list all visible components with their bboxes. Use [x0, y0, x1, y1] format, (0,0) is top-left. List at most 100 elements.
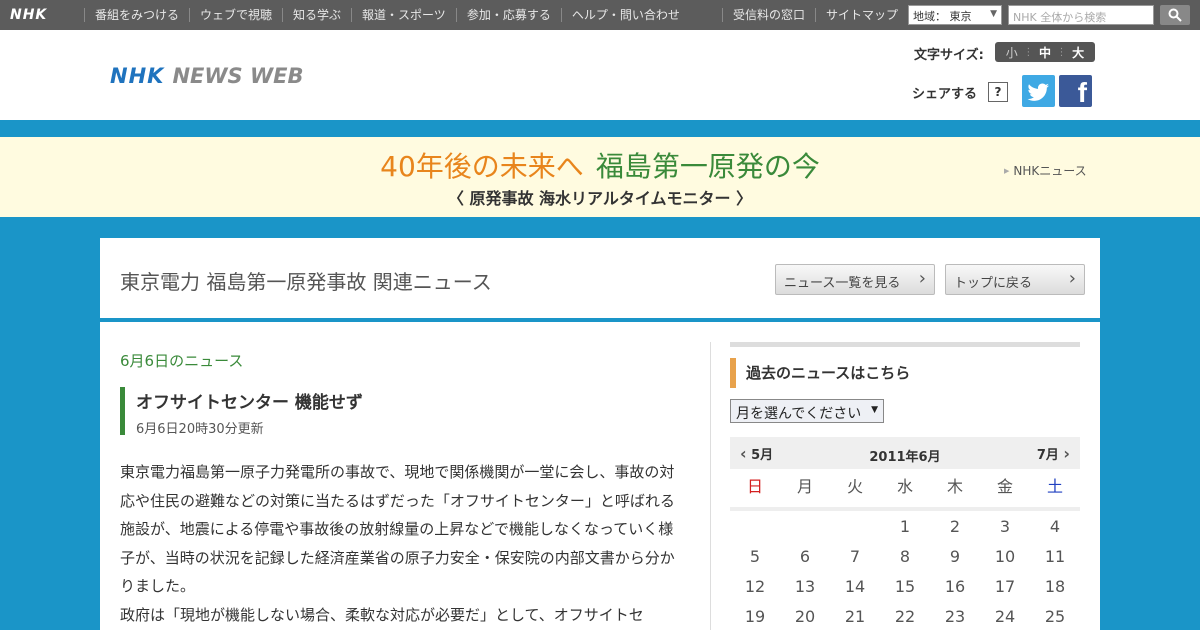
- nhk-logo[interactable]: NHK: [10, 7, 47, 23]
- twitter-share-button[interactable]: [1022, 75, 1055, 107]
- news-date-heading: 6月6日のニュース: [120, 352, 244, 370]
- calendar-day[interactable]: 15: [880, 577, 930, 607]
- calendar-day[interactable]: 13: [780, 577, 830, 607]
- nav-link-watch-web[interactable]: ウェブで視聴: [189, 8, 282, 22]
- sidebar-rule: [730, 342, 1080, 347]
- calendar-empty-cell: [830, 517, 880, 547]
- facebook-share-button[interactable]: f: [1059, 75, 1092, 108]
- global-nav-bar: NHK 番組をみつける ウェブで視聴 知る学ぶ 報道・スポーツ 参加・応募する …: [0, 0, 1200, 30]
- brand-nhk: NHK: [110, 64, 165, 88]
- weekday-wed: 水: [896, 477, 913, 496]
- calendar-day[interactable]: 14: [830, 577, 880, 607]
- calendar-week: 19 20 21 22 23 24 25: [730, 607, 1080, 630]
- feature-banner[interactable]: 40年後の未来へ福島第一原発の今 〈 原発事故 海水リアルタイムモニター 〉 N…: [0, 137, 1200, 217]
- weekday-sun: 日: [746, 477, 763, 496]
- search-icon: [1168, 8, 1182, 22]
- global-nav-links: 番組をみつける ウェブで視聴 知る学ぶ 報道・スポーツ 参加・応募する ヘルプ・…: [84, 0, 690, 30]
- month-select[interactable]: 月を選んでください ▼: [730, 399, 884, 423]
- font-size-large[interactable]: 大: [1072, 44, 1084, 61]
- calendar-day[interactable]: 21: [830, 607, 880, 630]
- global-nav-links-right: 受信料の窓口 サイトマップ: [722, 0, 908, 30]
- banner-title-part1: 40年後の未来へ: [380, 150, 584, 183]
- nav-link-fee[interactable]: 受信料の窓口: [722, 8, 815, 22]
- divider: ⋮: [1056, 46, 1067, 58]
- calendar-day[interactable]: 3: [980, 517, 1030, 547]
- calendar-day[interactable]: 23: [930, 607, 980, 630]
- article-paragraph: 政府は「現地が機能しない場合、柔軟な対応が必要だ」として、オフサイトセ: [120, 605, 644, 624]
- nav-link-participate[interactable]: 参加・応募する: [455, 8, 561, 22]
- calendar-day[interactable]: 25: [1030, 607, 1080, 630]
- search-button[interactable]: [1160, 5, 1190, 25]
- back-to-top-button[interactable]: トップに戻る: [945, 264, 1085, 295]
- weekday-fri: 金: [996, 477, 1013, 496]
- calendar-day[interactable]: 17: [980, 577, 1030, 607]
- calendar-day[interactable]: 24: [980, 607, 1030, 630]
- calendar-grid: 日 月 火 水 木 金 土 1 2 3 4 5 6 7 8 9 10 11 12 13 14 15 16 17 1…: [730, 477, 1080, 630]
- weekday-mon: 月: [796, 477, 813, 496]
- article-header: オフサイトセンター 機能せず 6月6日20時30分更新: [120, 387, 680, 437]
- font-size-small[interactable]: 小: [1006, 44, 1018, 61]
- calendar-week: 5 6 7 8 9 10 11: [730, 547, 1080, 577]
- calendar-day[interactable]: 6: [780, 547, 830, 577]
- news-web-logo[interactable]: NHK NEWS WEB: [110, 64, 303, 88]
- banner-title-part2: 福島第一原発の今: [595, 150, 820, 183]
- search-input[interactable]: NHK 全体から検索: [1008, 5, 1154, 25]
- calendar-day[interactable]: 18: [1030, 577, 1080, 607]
- divider: ⋮: [1023, 46, 1034, 58]
- calendar-next-month[interactable]: 7月 ›: [1037, 444, 1070, 463]
- font-size-medium[interactable]: 中: [1039, 44, 1051, 61]
- main-content: 6月6日のニュース オフサイトセンター 機能せず 6月6日20時30分更新 東京…: [100, 322, 1100, 630]
- calendar-current-month: 2011年6月: [869, 450, 941, 465]
- chevron-down-icon: ▼: [871, 405, 878, 415]
- calendar-day[interactable]: 8: [880, 547, 930, 577]
- calendar-week: 1234: [730, 517, 1080, 547]
- calendar-empty-cell: [730, 517, 780, 547]
- page-title: 東京電力 福島第一原発事故 関連ニュース: [120, 270, 492, 294]
- nav-link-find-programs[interactable]: 番組をみつける: [84, 8, 189, 22]
- calendar-header: ‹ 5月 2011年6月 7月 ›: [730, 437, 1080, 469]
- nhk-news-link[interactable]: NHKニュース: [1004, 162, 1086, 179]
- section-header: 東京電力 福島第一原発事故 関連ニュース ニュース一覧を見る トップに戻る: [100, 238, 1100, 318]
- nav-link-sitemap[interactable]: サイトマップ: [815, 8, 908, 22]
- chevron-right-icon: ›: [1063, 444, 1070, 463]
- calendar-day[interactable]: 20: [780, 607, 830, 630]
- calendar-day[interactable]: 2: [930, 517, 980, 547]
- weekday-sat: 土: [1046, 477, 1063, 496]
- calendar-weeks: 1 2 3 4 5 6 7 8 9 10 11 12 13 14 15 16 17 18 19 20 21 22 23 24 2…: [730, 517, 1080, 630]
- article-updated: 6月6日20時30分更新: [136, 422, 264, 437]
- calendar-day[interactable]: 1: [880, 517, 930, 547]
- share-help-button[interactable]: ?: [988, 82, 1008, 102]
- calendar-separator: [730, 507, 1080, 511]
- news-list-button[interactable]: ニュース一覧を見る: [775, 264, 935, 295]
- calendar-day[interactable]: 19: [730, 607, 780, 630]
- nav-link-learn[interactable]: 知る学ぶ: [282, 8, 351, 22]
- brand-news-web: NEWS WEB: [172, 64, 304, 88]
- calendar-empty-cell: [780, 517, 830, 547]
- calendar-day[interactable]: 7: [830, 547, 880, 577]
- calendar-weekdays: 日 月 火 水 木 金 土: [730, 477, 1080, 507]
- share-label: シェアする: [912, 87, 978, 102]
- weekday-thu: 木: [946, 477, 963, 496]
- font-size-label: 文字サイズ:: [914, 48, 984, 63]
- article-title: オフサイトセンター 機能せず: [136, 393, 363, 413]
- nav-link-help[interactable]: ヘルプ・問い合わせ: [560, 8, 690, 22]
- calendar-day[interactable]: 5: [730, 547, 780, 577]
- calendar-day[interactable]: 16: [930, 577, 980, 607]
- calendar-day[interactable]: 9: [930, 547, 980, 577]
- calendar-day[interactable]: 12: [730, 577, 780, 607]
- calendar-day[interactable]: 4: [1030, 517, 1080, 547]
- nav-link-news-sports[interactable]: 報道・スポーツ: [351, 8, 456, 22]
- facebook-icon: f: [1077, 77, 1087, 108]
- banner-subtitle: 〈 原発事故 海水リアルタイムモニター 〉: [447, 189, 753, 208]
- calendar-day[interactable]: 10: [980, 547, 1030, 577]
- calendar-day[interactable]: 11: [1030, 547, 1080, 577]
- calendar-day[interactable]: 22: [880, 607, 930, 630]
- weekday-tue: 火: [846, 477, 863, 496]
- next-month-label: 7月: [1036, 448, 1059, 463]
- column-divider: [710, 342, 711, 630]
- article-paragraph: 東京電力福島第一原子力発電所の事故で、現地で関係機関が一堂に会し、事故の対応や住…: [120, 463, 675, 595]
- site-header: NHK NEWS WEB 文字サイズ: 小 ⋮ 中 ⋮ 大 シェアする ? f: [0, 30, 1200, 120]
- month-select-value: 月を選んでください: [736, 406, 862, 422]
- calendar-week: 12 13 14 15 16 17 18: [730, 577, 1080, 607]
- region-select[interactable]: 地域： 東京 ▼: [908, 5, 1002, 25]
